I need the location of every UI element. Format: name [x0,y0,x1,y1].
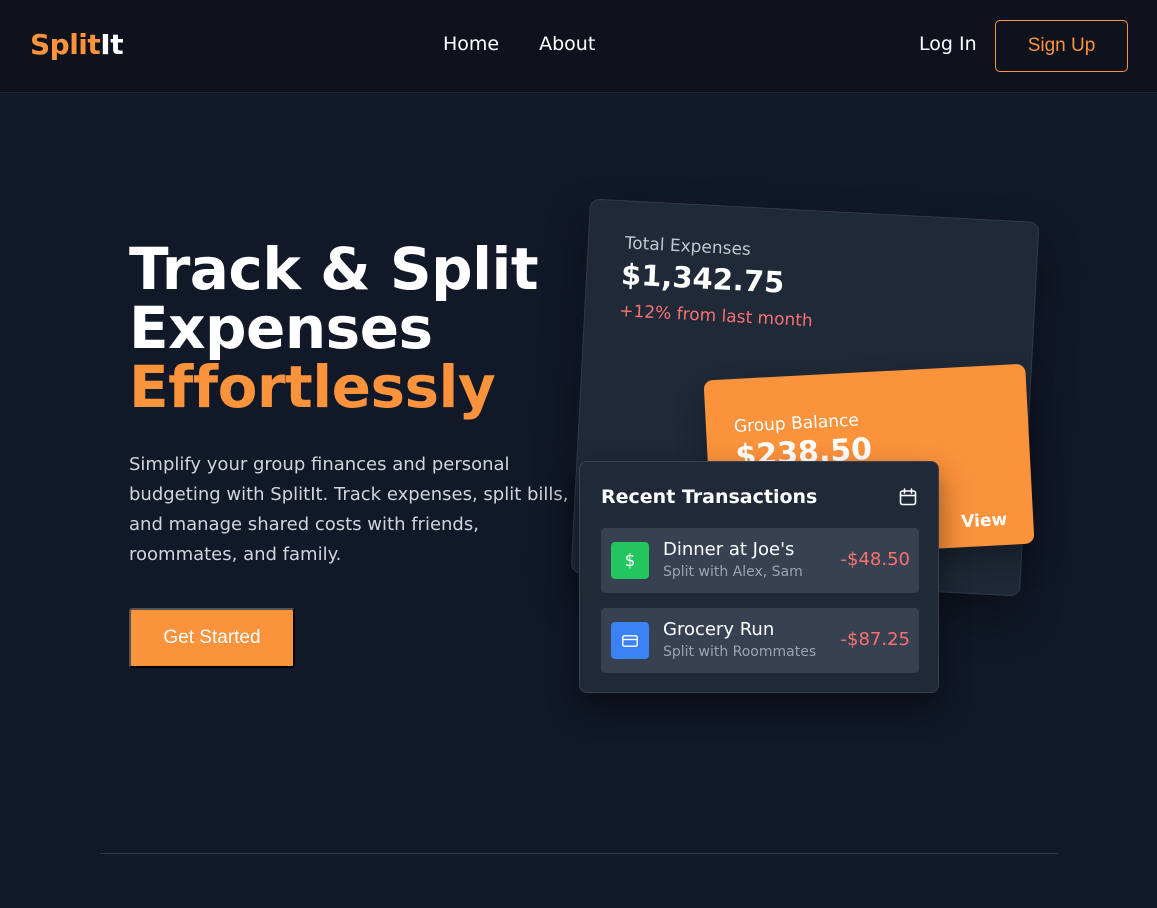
navbar: SplitIt Home About Log In Sign Up [0,0,1157,93]
nav-link-home[interactable]: Home [443,33,499,55]
hero-description: Simplify your group finances and persona… [129,454,569,565]
logo[interactable]: SplitIt [30,28,124,61]
hero-title-line1: Track & Split [129,235,539,303]
hero-title-line2: Expenses [129,294,433,362]
hero-title: Track & Split Expenses Effortlessly [129,235,539,421]
credit-card-icon [611,622,649,659]
transaction-split: Split with Alex, Sam [663,564,803,580]
section-divider [100,853,1058,854]
transaction-split: Split with Roommates [663,644,817,660]
total-expenses-change: +12% from last month [618,301,814,332]
transaction-row[interactable]: $ Dinner at Joe's Split with Alex, Sam -… [601,528,919,593]
transaction-amount: -$87.25 [840,629,910,650]
logo-it: It [100,28,124,61]
login-link[interactable]: Log In [919,33,977,55]
get-started-button[interactable]: Get Started [129,608,295,668]
transaction-amount: -$48.50 [840,549,910,570]
recent-transactions-card: Recent Transactions $ Dinner at Joe's Sp… [579,461,939,693]
transaction-name: Grocery Run [663,619,775,640]
total-expenses-label: Total Expenses [624,233,752,260]
total-expenses-value: $1,342.75 [620,257,786,300]
group-balance-view-link[interactable]: View [961,510,1008,532]
transaction-name: Dinner at Joe's [663,539,795,560]
calendar-icon[interactable] [899,488,917,506]
signup-button[interactable]: Sign Up [995,20,1128,72]
nav-link-about[interactable]: About [539,33,595,55]
nav-links: Home About [443,33,595,55]
recent-transactions-title: Recent Transactions [601,486,818,508]
transaction-row[interactable]: Grocery Run Split with Roommates -$87.25 [601,608,919,673]
hero-title-highlight: Effortlessly [129,353,496,421]
logo-split: Split [30,28,101,61]
dollar-icon: $ [611,542,649,579]
